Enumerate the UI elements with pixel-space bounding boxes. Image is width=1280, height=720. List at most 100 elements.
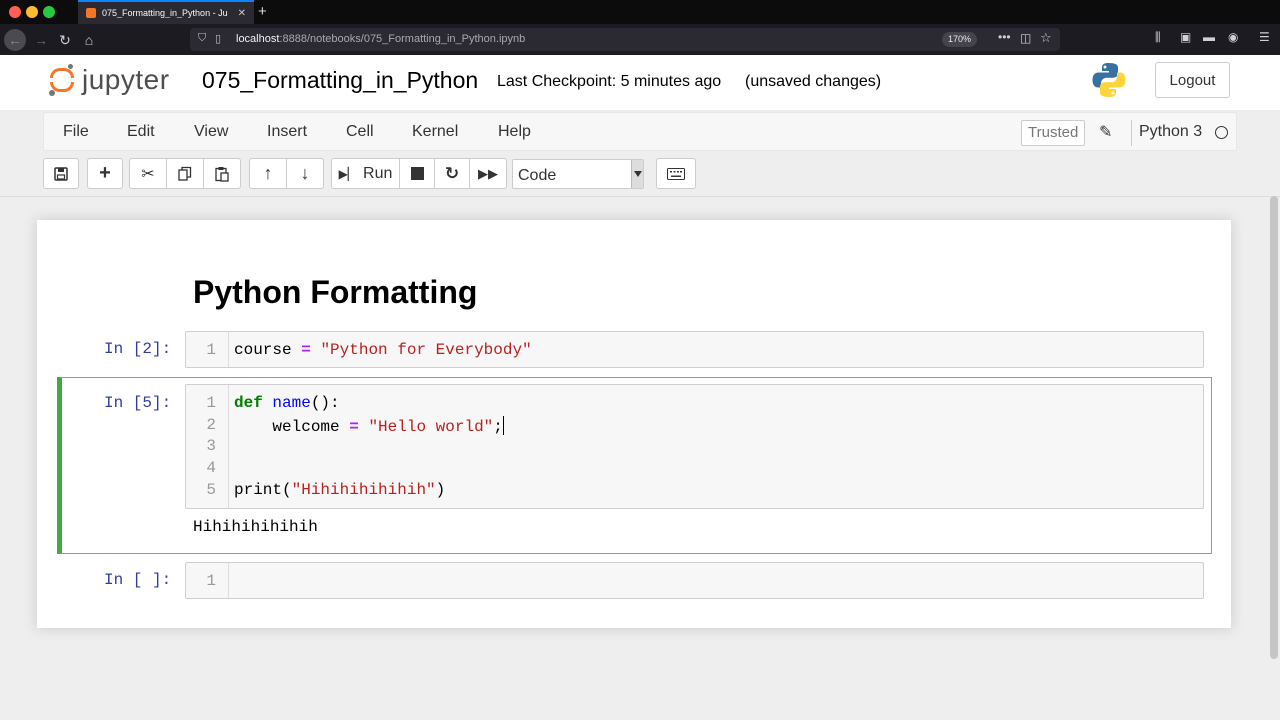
browser-tab[interactable]: 075_Formatting_in_Python - Ju ✕ [78,0,254,24]
interrupt-kernel-button[interactable] [399,158,435,189]
app-menu-icon[interactable]: ☰ [1259,30,1270,44]
code-cell-selected[interactable]: In [5]: 1 2 3 4 5 def name(): welcome = … [57,377,1212,554]
browser-tab-bar: 075_Formatting_in_Python - Ju ✕ + [0,0,1280,24]
back-arrow-icon[interactable]: ← [4,29,26,51]
copy-icon [178,166,192,181]
url-path: :8888/notebooks/075_Formatting_in_Python… [279,33,526,45]
code-line: welcome = "Hello world"; [234,416,504,436]
url-host: localhost [236,33,280,45]
menu-view[interactable]: View [194,123,228,141]
move-cell-down-button[interactable]: ↓ [286,158,324,189]
cell-output: Hihihihihihih [193,518,318,536]
jupyter-logo[interactable]: jupyter [48,63,170,97]
code-line: print("Hihihihihihih") [234,481,445,499]
code-function-name: name [272,394,311,412]
command-palette-button[interactable] [656,158,696,189]
edit-mode-pencil-icon: ✎ [1099,124,1113,141]
save-button[interactable] [43,158,79,189]
menubar: File Edit View Insert Cell Kernel Help T… [43,112,1237,151]
code-string: "Python for Everybody" [320,341,532,359]
menu-file[interactable]: File [63,123,89,141]
line-number: 2 [206,416,216,434]
run-button[interactable]: ▶▏ Run [331,158,400,189]
bookmark-star-icon[interactable]: ☆ [1040,30,1052,46]
code-punctuation: ; [493,418,503,436]
input-prompt: In [2]: [104,340,172,358]
chevron-down-icon [631,160,643,188]
jupyter-favicon-icon [86,8,96,18]
kernel-idle-indicator-icon [1215,126,1228,139]
library-icon[interactable]: ⫼ [1155,30,1161,45]
pocket-icon[interactable]: ◫ [1020,31,1031,45]
line-number: 1 [206,572,216,590]
code-variable: welcome [272,418,340,436]
kernel-name[interactable]: Python 3 [1139,123,1202,141]
code-operator: = [301,341,311,359]
move-cell-up-button[interactable]: ↑ [249,158,287,189]
address-bar[interactable]: ⛉ ▯ localhost:8888/notebooks/075_Formatt… [190,28,1060,51]
close-tab-icon[interactable]: ✕ [238,8,246,19]
page-scrollbar[interactable] [1270,196,1278,659]
line-gutter: 1 [186,563,229,598]
paste-button[interactable] [203,158,241,189]
menu-insert[interactable]: Insert [267,123,307,141]
menu-kernel[interactable]: Kernel [412,123,458,141]
code-punctuation: ) [435,481,446,499]
line-gutter: 1 [186,332,229,367]
copy-button[interactable] [166,158,204,189]
forward-arrow-icon[interactable]: → [30,29,52,51]
new-tab-icon[interactable]: + [258,3,267,20]
cut-button[interactable]: ✂ [129,158,167,189]
code-punctuation: ( [282,481,292,499]
line-gutter: 1 2 3 4 5 [186,385,229,508]
sidebar-icon[interactable]: ▣ [1180,30,1191,44]
restart-kernel-button[interactable]: ↻ [434,158,470,189]
restart-run-all-button[interactable]: ▶▶ [469,158,507,189]
line-number: 3 [206,437,216,455]
code-line: def name(): [234,394,340,412]
code-punctuation: (): [310,394,340,412]
step-forward-icon: ▶▏ [338,166,358,181]
page-actions-icon[interactable]: ••• [998,30,1011,44]
code-editor[interactable]: 1 2 3 4 5 def name(): welcome = "Hello w… [185,384,1204,509]
header-divider [0,196,1280,197]
arrow-up-icon: ↑ [263,163,273,183]
text-cursor [502,416,504,435]
kernel-separator [1131,120,1132,146]
tracking-shield-icon[interactable]: ⛉ [198,32,206,45]
code-line: course = "Python for Everybody" [234,341,532,359]
cell-type-select[interactable]: Code [512,159,644,189]
trusted-indicator[interactable]: Trusted [1021,120,1086,146]
markdown-heading[interactable]: Python Formatting [193,274,477,311]
code-editor[interactable]: 1 [185,562,1204,599]
input-prompt: In [5]: [104,394,172,412]
zoom-level-badge[interactable]: 170% [942,32,978,47]
logout-button[interactable]: Logout [1155,62,1230,98]
menu-help[interactable]: Help [498,123,531,141]
menu-edit[interactable]: Edit [127,123,155,141]
cell-type-value: Code [518,167,557,184]
code-keyword: def [234,394,263,412]
code-cell[interactable]: In [2]: 1 course = "Python for Everybody… [57,330,1212,370]
line-number: 5 [206,481,216,499]
checkpoint-status: Last Checkpoint: 5 minutes ago [497,73,722,90]
home-icon[interactable]: ⌂ [78,29,100,51]
page-info-icon[interactable]: ▯ [215,32,221,45]
window-close-button[interactable] [9,6,21,18]
extension-icon[interactable]: ▬ [1203,30,1215,44]
python-logo-icon [1092,63,1126,97]
notebook-title[interactable]: 075_Formatting_in_Python [202,67,478,94]
window-minimize-button[interactable] [26,6,38,18]
account-icon[interactable]: ◉ [1228,30,1238,44]
restart-icon: ↻ [444,163,460,183]
notebook-container: Python Formatting In [2]: 1 course = "Py… [37,220,1231,628]
reload-icon[interactable]: ↻ [54,29,76,51]
window-maximize-button[interactable] [43,6,55,18]
keyboard-icon [667,167,685,180]
code-editor[interactable]: 1 course = "Python for Everybody" [185,331,1204,368]
insert-cell-button[interactable]: + [87,158,123,189]
menu-cell[interactable]: Cell [346,123,374,141]
autosave-status: (unsaved changes) [745,73,882,90]
code-cell[interactable]: In [ ]: 1 [57,561,1212,601]
